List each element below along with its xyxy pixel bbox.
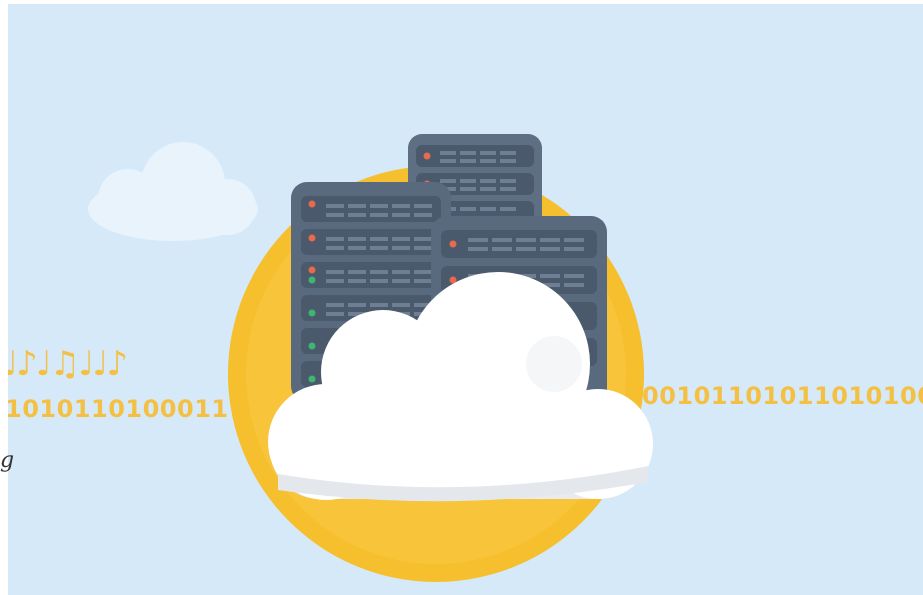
illustration-scene: ♩♪♩♫♩♩♪ 1010110100011 00101101011010100 xyxy=(8,4,923,595)
side-glyph: g xyxy=(0,448,15,473)
music-notes: ♩♪♩♫♩♩♪ xyxy=(8,344,128,384)
scene-artwork xyxy=(88,134,653,582)
binary-stream-right: 00101101011010100 xyxy=(642,382,923,410)
background-cloud xyxy=(88,142,258,241)
binary-stream-left: 1010110100011 xyxy=(8,395,229,423)
